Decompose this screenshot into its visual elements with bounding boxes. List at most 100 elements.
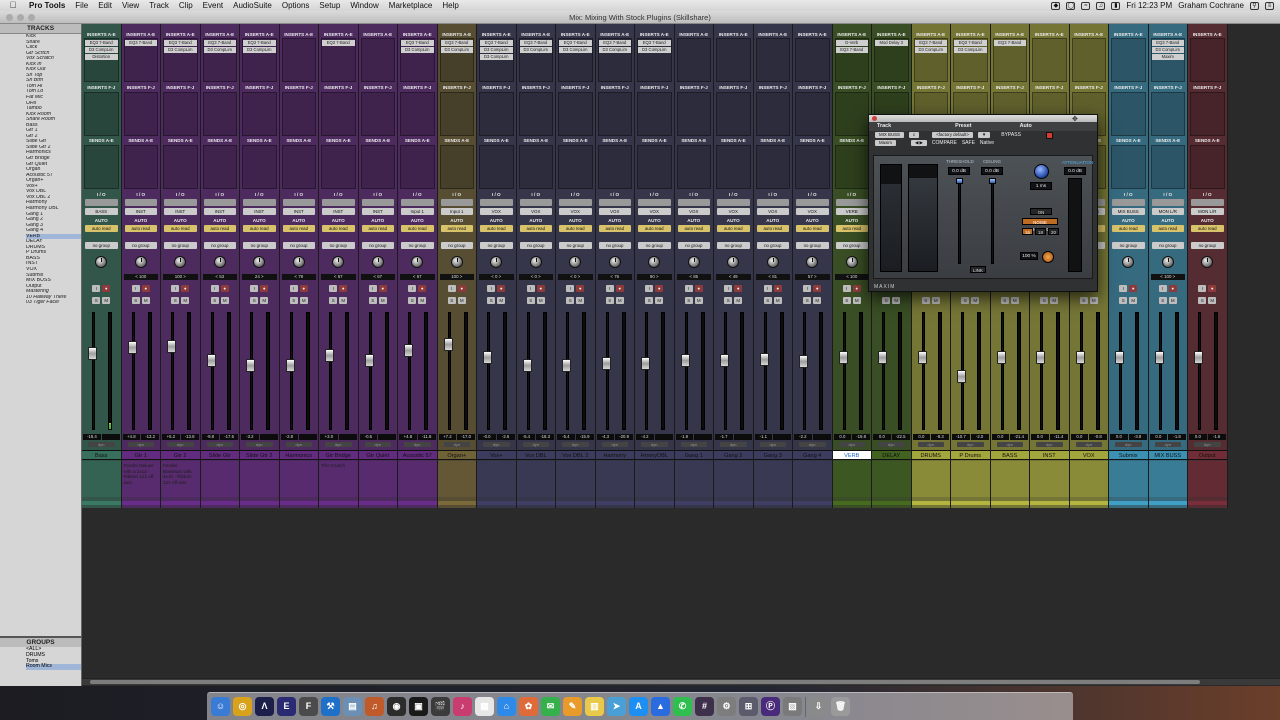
output-selector[interactable]: INST: [124, 208, 157, 215]
solo-button[interactable]: S: [1000, 297, 1009, 304]
input-monitor-button[interactable]: I: [408, 285, 417, 292]
dyn-button[interactable]: dyn: [1154, 442, 1181, 447]
track-name[interactable]: DELAY: [872, 450, 911, 460]
fader-track[interactable]: [763, 312, 767, 430]
track-comment[interactable]: [1188, 461, 1227, 497]
volume-value[interactable]: 0.0: [833, 434, 852, 440]
fader-track[interactable]: [329, 312, 332, 430]
insert-slot[interactable]: [520, 54, 553, 60]
fader-handle[interactable]: [88, 346, 97, 360]
insert-slot[interactable]: [954, 61, 987, 67]
horizontal-scrollbar[interactable]: [82, 678, 1280, 685]
fader-track[interactable]: [921, 312, 925, 430]
pan-value[interactable]: < 0 >: [479, 274, 514, 280]
sends-ae[interactable]: [755, 145, 790, 189]
input-monitor-button[interactable]: I: [210, 285, 219, 292]
volume-value[interactable]: -1.9: [675, 434, 694, 440]
automation-mode[interactable]: auto read: [322, 225, 355, 232]
insert-slot[interactable]: [1112, 54, 1145, 60]
volume-value[interactable]: +5.2: [162, 434, 180, 440]
output-selector[interactable]: VOX: [559, 208, 592, 215]
pan-knob[interactable]: [727, 256, 739, 268]
mute-button[interactable]: M: [931, 297, 940, 304]
menu-pro-tools[interactable]: Pro Tools: [24, 1, 70, 10]
group-selector[interactable]: no group: [85, 242, 118, 249]
solo-button[interactable]: S: [329, 297, 338, 304]
inserts-fj[interactable]: [716, 92, 751, 136]
dyn-button[interactable]: dyn: [996, 442, 1023, 447]
insert-slot[interactable]: [915, 61, 948, 67]
insert-slot[interactable]: [243, 68, 276, 74]
launchpad-icon[interactable]: ⊞: [739, 697, 758, 716]
output-selector[interactable]: INST: [203, 208, 236, 215]
insert-slot[interactable]: [638, 68, 671, 74]
ilok-icon[interactable]: ▣: [409, 697, 428, 716]
dyn-button[interactable]: dyn: [483, 442, 510, 447]
track-comment[interactable]: [1148, 461, 1187, 497]
output-selector[interactable]: VOX: [677, 208, 710, 215]
dither-on-button[interactable]: ON: [1030, 208, 1052, 215]
automation-mode[interactable]: auto read: [796, 225, 829, 232]
record-enable-button[interactable]: ●: [1129, 285, 1138, 292]
record-enable-button[interactable]: ●: [536, 285, 545, 292]
fader-handle[interactable]: [1194, 350, 1203, 364]
insert-slot[interactable]: [125, 68, 158, 74]
insert-slot[interactable]: [994, 68, 1027, 74]
solo-button[interactable]: S: [645, 297, 654, 304]
track-comment[interactable]: [556, 461, 595, 497]
solo-button[interactable]: S: [921, 297, 930, 304]
input-selector[interactable]: [322, 199, 355, 206]
insert-slot[interactable]: [599, 54, 632, 60]
automation-mode[interactable]: auto read: [203, 225, 236, 232]
track-comment[interactable]: [1069, 461, 1108, 497]
volume-value[interactable]: -2.2: [794, 434, 812, 440]
mute-button[interactable]: M: [1168, 297, 1177, 304]
insert-slot[interactable]: EQ3 7-Band: [993, 40, 1026, 46]
insert-slot[interactable]: Mod Delay 3: [875, 40, 908, 46]
pan-value[interactable]: < 0 >: [518, 274, 553, 280]
track-comment[interactable]: [911, 461, 950, 497]
track-comment[interactable]: [1030, 461, 1069, 497]
track-name[interactable]: DRUMS: [911, 450, 950, 460]
mute-button[interactable]: M: [418, 297, 427, 304]
photos-icon[interactable]: ✿: [519, 697, 538, 716]
insert-slot[interactable]: [994, 54, 1027, 60]
pan-knob[interactable]: [213, 256, 226, 268]
insert-slot[interactable]: D-Verb: [835, 40, 868, 46]
insert-slot[interactable]: [362, 61, 395, 67]
group-selector[interactable]: no group: [717, 242, 750, 249]
insert-slot[interactable]: [717, 47, 750, 53]
solo-button[interactable]: S: [724, 297, 733, 304]
inserts-fj[interactable]: [163, 92, 198, 136]
fader-track[interactable]: [487, 312, 490, 430]
insert-slot[interactable]: [204, 54, 237, 60]
volume-value[interactable]: 0.0: [1070, 434, 1089, 440]
menu-edit[interactable]: Edit: [93, 1, 117, 10]
insert-slot[interactable]: EQ3 7-Band: [598, 40, 631, 46]
dyn-button[interactable]: dyn: [799, 442, 826, 447]
input-selector[interactable]: [1151, 199, 1184, 206]
track-name[interactable]: Harmonics: [279, 450, 318, 460]
insert-slot[interactable]: [164, 54, 197, 60]
pan-knob[interactable]: [766, 256, 779, 268]
insert-slot[interactable]: [757, 68, 790, 74]
input-selector[interactable]: [638, 199, 671, 206]
group-selector[interactable]: no group: [677, 242, 710, 249]
inserts-fj[interactable]: [637, 92, 672, 136]
insert-slot[interactable]: [559, 68, 592, 74]
insert-slot[interactable]: EQ3 7-Band: [480, 40, 513, 46]
automation-mode[interactable]: auto read: [480, 225, 513, 232]
fader-handle[interactable]: [246, 359, 255, 373]
insert-slot[interactable]: [954, 68, 987, 74]
solo-button[interactable]: S: [566, 297, 575, 304]
solo-button[interactable]: S: [289, 297, 298, 304]
record-enable-button[interactable]: ●: [576, 285, 585, 292]
inserts-fj[interactable]: [834, 92, 869, 136]
insert-slot[interactable]: [678, 54, 711, 60]
input-monitor-button[interactable]: I: [329, 285, 338, 292]
input-selector[interactable]: [401, 199, 434, 206]
track-comment[interactable]: [595, 461, 634, 497]
automation-mode[interactable]: auto read: [440, 225, 473, 232]
insert-slot[interactable]: [836, 61, 869, 67]
input-monitor-button[interactable]: I: [803, 285, 812, 292]
